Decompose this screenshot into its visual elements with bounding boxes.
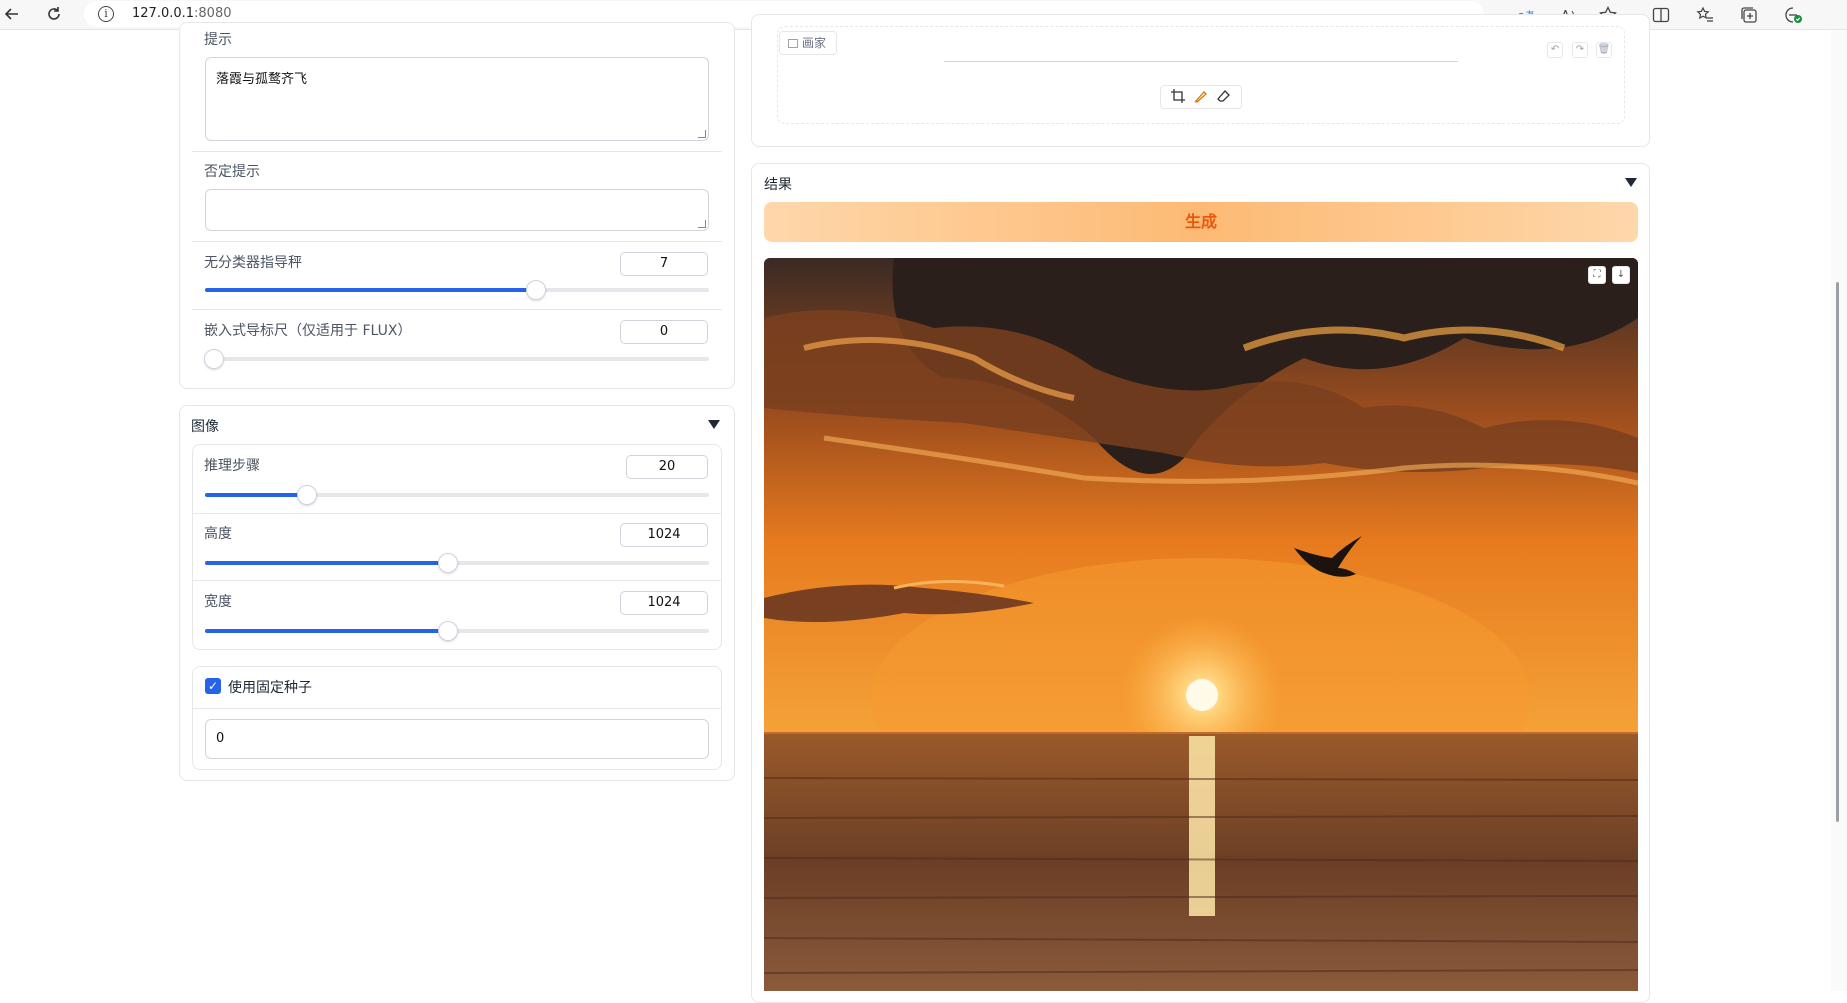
divider <box>192 241 722 242</box>
fixed-seed-label: 使用固定种子 <box>228 680 312 696</box>
steps-slider-fill <box>205 493 307 497</box>
negative-prompt-label: 否定提示 <box>204 164 260 180</box>
height-slider-thumb[interactable] <box>438 553 458 573</box>
steps-label: 推理步骤 <box>204 458 260 474</box>
editor-toolbar <box>1160 85 1242 109</box>
page-scrollbar[interactable] <box>1831 30 1847 991</box>
width-slider-fill <box>205 629 448 633</box>
sunset-image <box>764 258 1638 991</box>
canvas-baseline <box>944 61 1458 62</box>
site-info-icon[interactable]: i <box>98 6 114 22</box>
prompt-textarea[interactable]: 落霞与孤鹜齐飞 <box>205 57 709 141</box>
cfg-scale-slider-thumb[interactable] <box>526 280 546 300</box>
delete-icon[interactable]: 🗑 <box>1596 42 1612 58</box>
height-slider-fill <box>205 561 448 565</box>
height-input[interactable]: 1024 <box>620 523 708 547</box>
divider <box>192 151 722 152</box>
sketch-tab[interactable]: 画家 <box>779 31 837 55</box>
embedded-guidance-input[interactable]: 0 <box>620 320 708 344</box>
divider <box>193 580 721 581</box>
fixed-seed-checkbox[interactable]: ✓ <box>205 678 221 694</box>
scrollbar-thumb[interactable] <box>1836 282 1839 822</box>
cfg-scale-label: 无分类器指导秤 <box>204 255 302 271</box>
brush-icon[interactable] <box>1194 88 1208 107</box>
collapse-caret-icon[interactable] <box>708 420 720 429</box>
refresh-icon[interactable] <box>42 2 66 26</box>
resize-handle-icon[interactable] <box>698 130 706 138</box>
divider <box>192 309 722 310</box>
cfg-scale-input[interactable]: 7 <box>620 252 708 276</box>
results-title: 结果 <box>764 177 792 193</box>
sketch-editor-canvas[interactable] <box>777 26 1625 124</box>
generate-button[interactable]: 生成 <box>764 202 1638 242</box>
collapse-caret-icon[interactable] <box>1625 178 1637 187</box>
steps-input[interactable]: 20 <box>626 455 708 479</box>
embedded-guidance-label: 嵌入式导标尺（仅适用于 FLUX） <box>204 323 412 339</box>
prompt-text: 落霞与孤鹜齐飞 <box>216 72 308 87</box>
width-label: 宽度 <box>204 594 232 610</box>
seed-input[interactable]: 0 <box>205 719 709 759</box>
steps-slider[interactable] <box>205 493 709 497</box>
prompt-label: 提示 <box>204 32 232 48</box>
height-label: 高度 <box>204 526 232 542</box>
width-input[interactable]: 1024 <box>620 591 708 615</box>
divider <box>193 513 721 514</box>
back-icon[interactable] <box>0 2 24 26</box>
undo-icon[interactable]: ↶ <box>1547 42 1563 58</box>
url-text: 127.0.0.1:8080 <box>132 6 232 21</box>
redo-icon[interactable]: ↷ <box>1572 42 1588 58</box>
eraser-icon[interactable] <box>1216 88 1231 107</box>
collections-icon[interactable] <box>1737 3 1761 27</box>
browser-essentials-icon[interactable] <box>1781 3 1805 27</box>
embedded-guidance-slider-thumb[interactable] <box>204 349 224 369</box>
cfg-scale-slider-fill <box>205 288 536 292</box>
width-slider-thumb[interactable] <box>438 621 458 641</box>
crop-icon[interactable] <box>1171 88 1186 107</box>
result-image: ⛶ ↓ <box>764 258 1638 991</box>
sketch-tab-label: 画家 <box>802 36 827 50</box>
image-section-title: 图像 <box>191 419 219 435</box>
favorites-list-icon[interactable] <box>1693 3 1717 27</box>
divider <box>193 708 721 709</box>
fullscreen-icon[interactable]: ⛶ <box>1588 266 1606 284</box>
resize-handle-icon[interactable] <box>698 220 706 228</box>
steps-slider-thumb[interactable] <box>297 485 317 505</box>
embedded-guidance-slider[interactable] <box>205 357 709 361</box>
image-icon <box>788 39 798 48</box>
negative-prompt-textarea[interactable] <box>205 189 709 231</box>
download-icon[interactable]: ↓ <box>1612 266 1630 284</box>
cfg-scale-slider[interactable] <box>205 288 709 292</box>
split-screen-icon[interactable] <box>1649 3 1673 27</box>
seed-value: 0 <box>216 731 225 746</box>
